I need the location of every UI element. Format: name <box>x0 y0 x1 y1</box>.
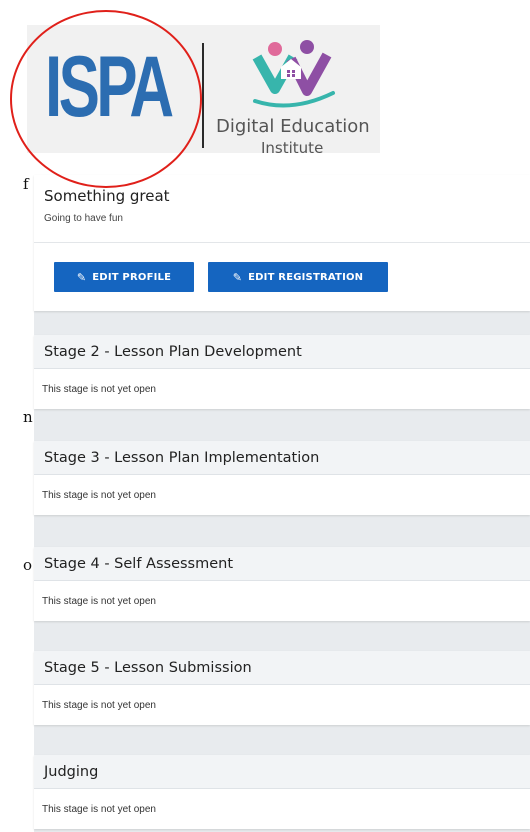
divider <box>34 242 530 243</box>
profile-subtitle: Going to have fun <box>44 213 123 224</box>
edit-icon: ✎ <box>76 270 87 284</box>
stage-card: Stage 5 - Lesson Submission This stage i… <box>34 651 530 725</box>
stage-status: This stage is not yet open <box>42 489 156 501</box>
edit-profile-button[interactable]: ✎ EDIT PROFILE <box>54 262 194 292</box>
profile-title: Something great <box>44 187 170 205</box>
logo-text: Digital Education <box>216 116 370 137</box>
stage-card: Judging This stage is not yet open <box>34 755 530 829</box>
stage-status: This stage is not yet open <box>42 383 156 395</box>
stage-title: Stage 3 - Lesson Plan Implementation <box>34 441 530 475</box>
stage-title: Stage 2 - Lesson Plan Development <box>34 335 530 369</box>
stage-card: Stage 4 - Self Assessment This stage is … <box>34 547 530 621</box>
stage-card: Stage 2 - Lesson Plan Development This s… <box>34 335 530 409</box>
stage-title: Stage 5 - Lesson Submission <box>34 651 530 685</box>
stage-title: Judging <box>34 755 530 789</box>
strip-char: f <box>23 175 29 193</box>
highlight-circle-annotation <box>10 10 202 188</box>
stage-card: Stage 3 - Lesson Plan Implementation Thi… <box>34 441 530 515</box>
strip-char: o <box>23 556 33 574</box>
stage-status: This stage is not yet open <box>42 803 156 815</box>
stage-title: Stage 4 - Self Assessment <box>34 547 530 581</box>
digital-education-institute-logo-icon <box>252 40 335 108</box>
strip-char: n <box>23 408 33 426</box>
stage-status: This stage is not yet open <box>42 595 156 607</box>
edit-icon: ✎ <box>232 270 243 284</box>
edit-registration-button[interactable]: ✎ EDIT REGISTRATION <box>208 262 388 292</box>
edit-registration-label: EDIT REGISTRATION <box>248 271 364 283</box>
logo-text: Institute <box>261 139 324 157</box>
edit-profile-label: EDIT PROFILE <box>92 271 172 283</box>
logo-divider <box>202 43 204 148</box>
stage-status: This stage is not yet open <box>42 699 156 711</box>
